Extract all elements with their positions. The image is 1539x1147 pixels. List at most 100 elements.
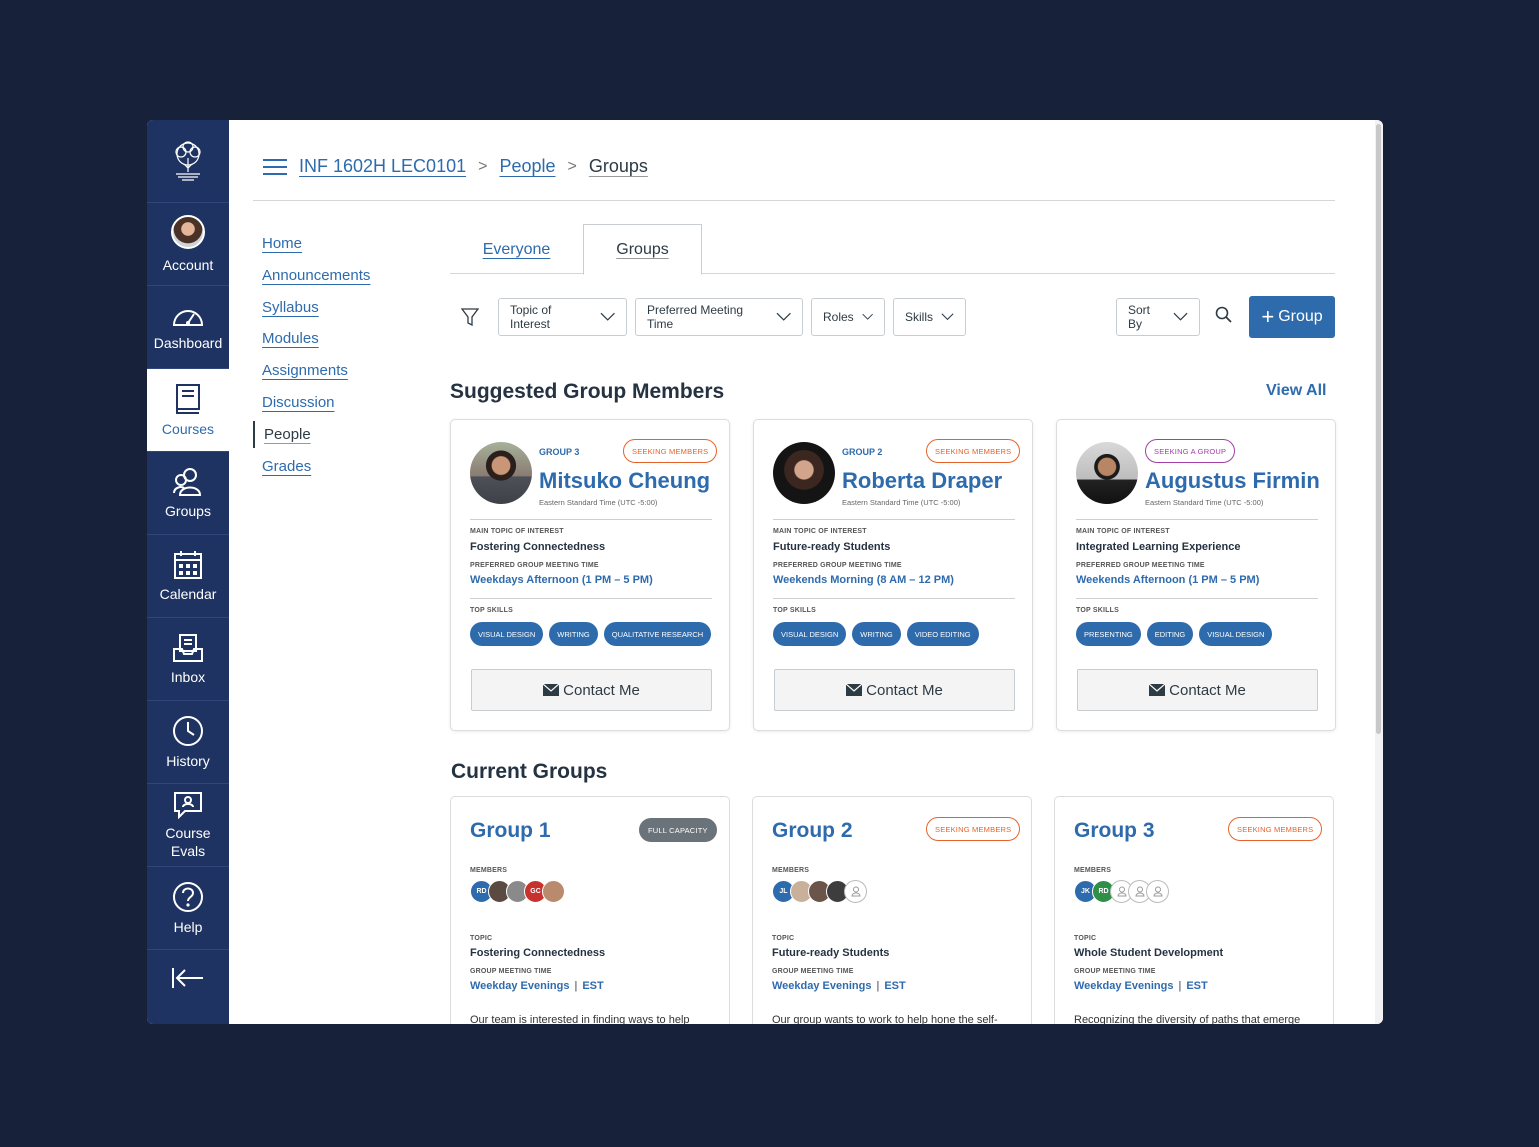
nav-dashboard[interactable]: Dashboard — [147, 286, 229, 369]
scrollbar-thumb[interactable] — [1376, 124, 1381, 734]
sort-dropdown[interactable]: Sort By — [1116, 298, 1200, 336]
time-value: Weekday Evenings | EST — [470, 980, 604, 992]
skill-chip: VISUAL DESIGN — [773, 622, 847, 646]
nav-history-label: History — [166, 752, 210, 769]
group-card[interactable]: Group 2 SEEKING MEMBERS MEMBERS JL TOPIC… — [752, 796, 1032, 1024]
tab-groups[interactable]: Groups — [583, 224, 702, 275]
course-nav-modules[interactable]: Modules — [253, 325, 393, 352]
nav-inbox-label: Inbox — [170, 668, 206, 685]
scrollbar[interactable] — [1375, 120, 1383, 1024]
nav-course-evals-label-1: Course — [165, 824, 211, 841]
skill-chip: QUALITATIVE RESEARCH — [603, 622, 712, 646]
university-logo[interactable] — [147, 120, 229, 203]
separator: | — [574, 980, 578, 992]
course-nav-announcements[interactable]: Announcements — [253, 262, 393, 289]
member-name[interactable]: Mitsuko Cheung — [539, 468, 710, 494]
skill-chip: VIDEO EDITING — [906, 622, 979, 646]
status-badge: FULL CAPACITY — [639, 818, 717, 842]
plus-icon: + — [1261, 304, 1275, 329]
speedometer-icon — [172, 309, 204, 326]
group-card[interactable]: Group 1 FULL CAPACITY MEMBERS RD GC TOPI… — [450, 796, 730, 1024]
divider — [470, 519, 712, 520]
group-title[interactable]: Group 2 — [772, 819, 853, 843]
topic-value: Whole Student Development — [1074, 947, 1224, 959]
member-photo — [1076, 442, 1138, 504]
topic-value: Fostering Connectedness — [470, 541, 606, 553]
evaluation-chat-icon — [174, 791, 202, 819]
nav-inbox[interactable]: Inbox — [147, 618, 229, 701]
time-label: GROUP MEETING TIME — [1074, 968, 1156, 975]
nav-account[interactable]: Account — [147, 203, 229, 286]
nav-history[interactable]: History — [147, 701, 229, 784]
search-icon[interactable] — [1215, 306, 1233, 324]
course-nav-grades[interactable]: Grades — [253, 453, 393, 480]
group-description: Our team is interested in finding ways t… — [470, 1014, 690, 1024]
skills-filter[interactable]: Skills — [893, 298, 966, 336]
skill-chips: PRESENTING EDITING VISUAL DESIGN — [1076, 622, 1273, 646]
contact-me-label: Contact Me — [866, 681, 943, 699]
member-group-label: GROUP 3 — [539, 447, 580, 457]
topic-label: TOPIC — [1074, 935, 1097, 942]
course-nav-assignments[interactable]: Assignments — [253, 357, 393, 384]
group-description: Recognizing the diversity of paths that … — [1074, 1014, 1301, 1024]
divider — [470, 598, 712, 599]
contact-me-label: Contact Me — [1169, 681, 1246, 699]
meeting-time-filter[interactable]: Preferred Meeting Time — [635, 298, 803, 336]
member-name[interactable]: Augustus Firmin — [1145, 468, 1320, 494]
breadcrumb-course-link[interactable]: INF 1602H LEC0101 — [299, 156, 466, 177]
time-label: GROUP MEETING TIME — [470, 968, 552, 975]
global-nav: Account Dashboard Courses Groups Calenda… — [147, 120, 229, 1024]
breadcrumb: INF 1602H LEC0101 > People > Groups — [263, 156, 648, 177]
tab-everyone[interactable]: Everyone — [450, 224, 583, 275]
nav-course-evals-label-2: Evals — [170, 842, 206, 859]
course-nav-home[interactable]: Home — [253, 230, 393, 257]
clock-icon — [173, 715, 203, 746]
course-nav-discussion[interactable]: Discussion — [253, 389, 393, 416]
member-card: SEEKING A GROUP Augustus Firmin Eastern … — [1056, 419, 1336, 731]
course-nav: Home Announcements Syllabus Modules Assi… — [253, 230, 393, 484]
contact-me-button[interactable]: Contact Me — [471, 669, 712, 711]
nav-account-label: Account — [162, 256, 214, 273]
time-value: Weekdays Afternoon (1 PM – 5 PM) — [470, 574, 653, 586]
suggested-members-heading: Suggested Group Members — [450, 380, 725, 403]
meeting-time: Weekday Evenings — [772, 980, 872, 992]
nav-groups[interactable]: Groups — [147, 452, 229, 535]
nav-calendar[interactable]: Calendar — [147, 535, 229, 618]
contact-me-button[interactable]: Contact Me — [774, 669, 1015, 711]
add-group-button[interactable]: + Group — [1249, 296, 1335, 338]
topic-filter[interactable]: Topic of Interest — [498, 298, 627, 336]
member-avatars: JL — [772, 880, 867, 903]
skill-chip: VISUAL DESIGN — [1199, 622, 1273, 646]
divider — [1076, 598, 1318, 599]
time-value: Weekday Evenings | EST — [772, 980, 906, 992]
nav-course-evals[interactable]: Course Evals — [147, 784, 229, 867]
group-title[interactable]: Group 1 — [470, 819, 551, 843]
skill-chip: PRESENTING — [1076, 622, 1141, 646]
breadcrumb-people-link[interactable]: People — [499, 156, 555, 177]
course-nav-syllabus[interactable]: Syllabus — [253, 294, 393, 321]
add-group-label: Group — [1278, 308, 1323, 325]
envelope-icon — [846, 684, 863, 696]
chevron-down-icon — [862, 313, 873, 320]
group-card[interactable]: Group 3 SEEKING MEMBERS MEMBERS JK RD TO… — [1054, 796, 1334, 1024]
course-nav-people[interactable]: People — [253, 420, 393, 448]
contact-me-label: Contact Me — [563, 681, 640, 699]
nav-help[interactable]: Help — [147, 867, 229, 950]
collapse-nav-button[interactable] — [147, 950, 229, 1006]
nav-courses[interactable]: Courses — [147, 369, 229, 452]
member-avatar[interactable] — [542, 880, 565, 903]
member-name[interactable]: Roberta Draper — [842, 468, 1002, 494]
roles-filter[interactable]: Roles — [811, 298, 885, 336]
group-title[interactable]: Group 3 — [1074, 819, 1155, 843]
members-label: MEMBERS — [470, 867, 508, 874]
help-icon — [173, 881, 203, 912]
hamburger-menu-icon[interactable] — [263, 158, 287, 176]
separator: | — [1178, 980, 1182, 992]
view-all-link[interactable]: View All — [1266, 382, 1326, 400]
filter-icon[interactable] — [461, 308, 479, 326]
member-timezone: Eastern Standard Time (UTC -5:00) — [1145, 498, 1264, 507]
nav-dashboard-label: Dashboard — [153, 334, 223, 351]
topic-value: Future-ready Students — [772, 947, 890, 959]
separator: | — [876, 980, 880, 992]
contact-me-button[interactable]: Contact Me — [1077, 669, 1318, 711]
